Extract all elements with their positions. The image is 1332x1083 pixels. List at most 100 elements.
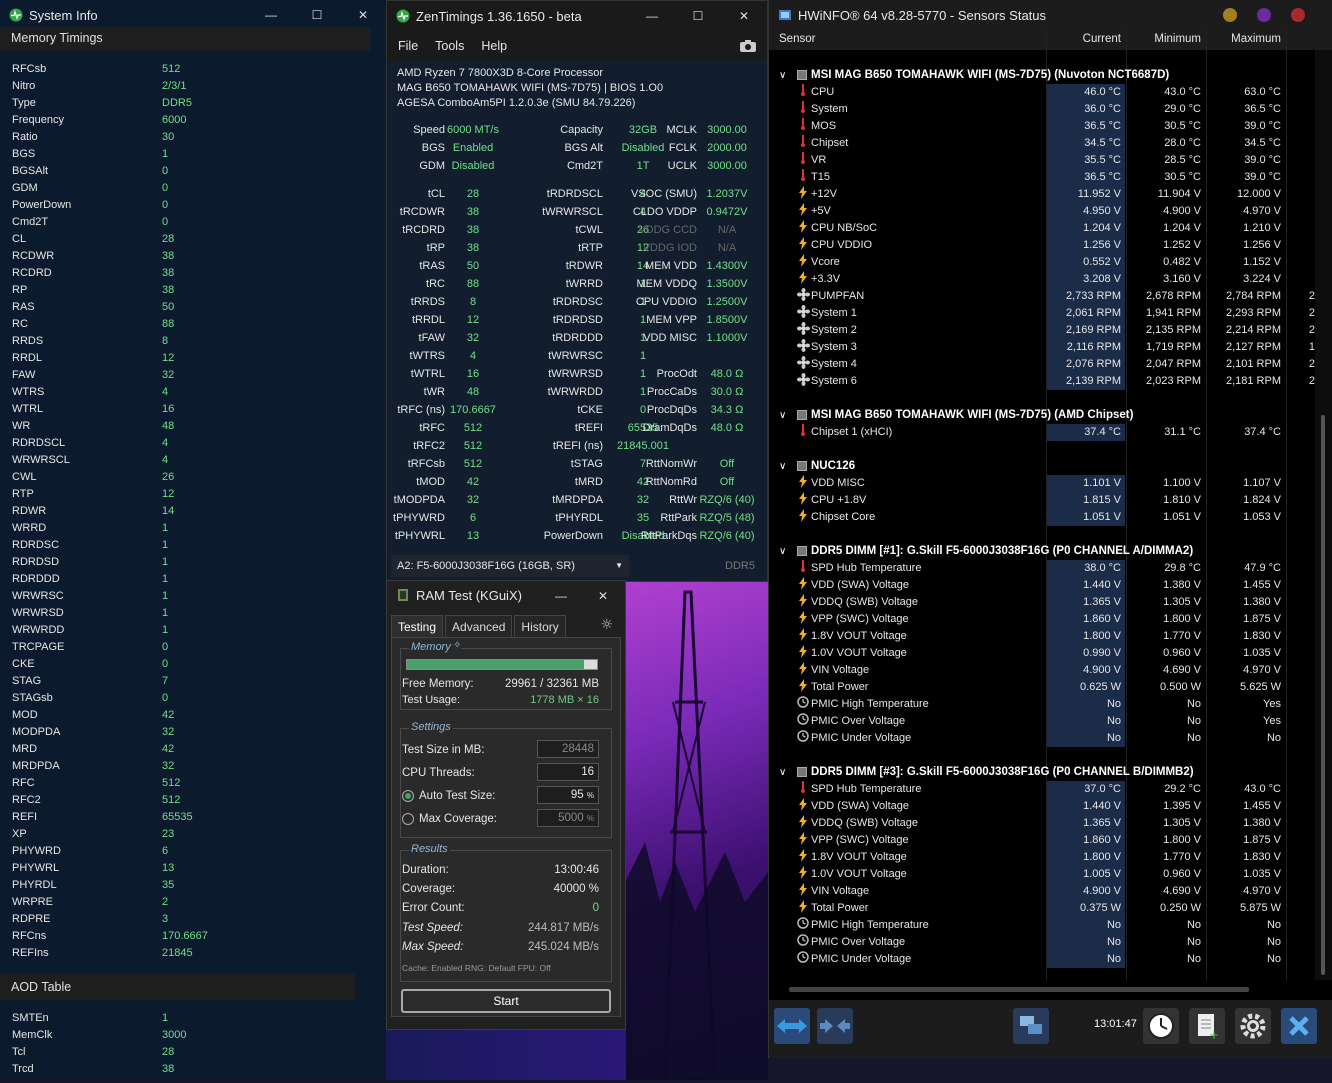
- vertical-scrollbar[interactable]: [372, 30, 386, 1080]
- sensor-row[interactable]: Total Power 0.625 W 0.500 W 5.625 W: [769, 679, 1315, 696]
- test-size-input[interactable]: 28448: [537, 740, 599, 758]
- sensor-row[interactable]: VDDQ (SWB) Voltage 1.365 V 1.305 V 1.380 V: [769, 815, 1315, 832]
- chevron-down-icon[interactable]: ∨: [779, 407, 786, 424]
- start-button[interactable]: Start: [401, 989, 611, 1013]
- sensor-row[interactable]: +5V 4.950 V 4.900 V 4.970 V: [769, 203, 1315, 220]
- sensor-row[interactable]: VPP (SWC) Voltage 1.860 V 1.800 V 1.875 V: [769, 611, 1315, 628]
- auto-test-size-radio[interactable]: [402, 789, 414, 802]
- column-minimum[interactable]: Minimum: [1127, 33, 1201, 45]
- sensor-row[interactable]: PMIC Over Voltage No No No: [769, 934, 1315, 951]
- sensor-row[interactable]: 1.8V VOUT Voltage 1.800 V 1.770 V 1.830 V: [769, 628, 1315, 645]
- chevron-down-icon[interactable]: ∨: [779, 543, 786, 560]
- sensor-group-header[interactable]: ∨ NUC126: [769, 458, 1315, 475]
- sensor-row[interactable]: VPP (SWC) Voltage 1.860 V 1.800 V 1.875 V: [769, 832, 1315, 849]
- column-sensor[interactable]: Sensor: [779, 33, 815, 45]
- sensor-maximum: 39.0 °C: [1244, 120, 1281, 132]
- sensor-group-header[interactable]: ∨ DDR5 DIMM [#3]: G.Skill F5-6000J3038F16…: [769, 764, 1315, 781]
- hwinfo-titlebar[interactable]: HWiNFO® 64 v8.28-5770 - Sensors Status: [769, 0, 1332, 30]
- max-coverage-input[interactable]: 5000 %: [537, 809, 599, 827]
- sensor-row[interactable]: System 3 2,116 RPM 1,719 RPM 2,127 RPM 1: [769, 339, 1315, 356]
- max-coverage-radio[interactable]: [402, 812, 414, 825]
- module-select[interactable]: A2: F5-6000J3038F16G (16GB, SR) ▼: [391, 555, 629, 577]
- maximize-button[interactable]: [1257, 8, 1271, 22]
- tab-advanced[interactable]: Advanced: [445, 615, 513, 637]
- sensor-row[interactable]: System 6 2,139 RPM 2,023 RPM 2,181 RPM 2: [769, 373, 1315, 390]
- sensor-row[interactable]: 1.0V VOUT Voltage 1.005 V 0.960 V 1.035 V: [769, 866, 1315, 883]
- camera-icon[interactable]: [739, 39, 757, 56]
- collapse-arrows-icon[interactable]: [817, 1008, 853, 1044]
- sensor-row[interactable]: Chipset 34.5 °C 28.0 °C 34.5 °C: [769, 135, 1315, 152]
- theme-sun-icon[interactable]: ☼: [600, 617, 613, 633]
- network-monitor-icon[interactable]: [1013, 1008, 1049, 1044]
- sensor-row[interactable]: VIN Voltage 4.900 V 4.690 V 4.970 V: [769, 662, 1315, 679]
- sensor-row[interactable]: SPD Hub Temperature 37.0 °C 29.2 °C 43.0 °C: [769, 781, 1315, 798]
- close-button[interactable]: ✕: [340, 0, 386, 30]
- cpu-threads-input[interactable]: 16: [537, 763, 599, 781]
- log-file-icon[interactable]: +: [1189, 1008, 1225, 1044]
- sensor-row[interactable]: System 36.0 °C 29.0 °C 36.5 °C: [769, 101, 1315, 118]
- chevron-down-icon[interactable]: ∨: [779, 458, 786, 475]
- ram-test-titlebar[interactable]: RAM Test (KGuiX) — ✕: [387, 581, 625, 609]
- sensor-row[interactable]: PMIC Over Voltage No No Yes: [769, 713, 1315, 730]
- sensor-group-header[interactable]: ∨ MSI MAG B650 TOMAHAWK WIFI (MS-7D75) (N…: [769, 67, 1315, 84]
- sensor-row[interactable]: PUMPFAN 2,733 RPM 2,678 RPM 2,784 RPM 2: [769, 288, 1315, 305]
- auto-test-size-input[interactable]: 95 %: [537, 786, 599, 804]
- close-button[interactable]: ✕: [581, 581, 625, 611]
- sensor-row[interactable]: VDD (SWA) Voltage 1.440 V 1.380 V 1.455 V: [769, 577, 1315, 594]
- sensor-row[interactable]: VDD MISC 1.101 V 1.100 V 1.107 V: [769, 475, 1315, 492]
- minimize-button[interactable]: —: [248, 0, 294, 30]
- clock-reset-icon[interactable]: [1143, 1008, 1179, 1044]
- sensor-row[interactable]: +12V 11.952 V 11.904 V 12.000 V: [769, 186, 1315, 203]
- menu-help[interactable]: Help: [481, 39, 507, 53]
- close-button[interactable]: ✕: [721, 1, 767, 31]
- sensor-row[interactable]: Chipset 1 (xHCI) 37.4 °C 31.1 °C 37.4 °C: [769, 424, 1315, 441]
- sensor-row[interactable]: PMIC High Temperature No No No: [769, 917, 1315, 934]
- tab-history[interactable]: History: [514, 615, 566, 637]
- sensor-row[interactable]: 1.8V VOUT Voltage 1.800 V 1.770 V 1.830 V: [769, 849, 1315, 866]
- sensor-row[interactable]: MOS 36.5 °C 30.5 °C 39.0 °C: [769, 118, 1315, 135]
- maximize-button[interactable]: ☐: [294, 0, 340, 30]
- minimize-button[interactable]: —: [541, 581, 581, 611]
- menu-tools[interactable]: Tools: [435, 39, 464, 53]
- sensor-row[interactable]: VDD (SWA) Voltage 1.440 V 1.395 V 1.455 V: [769, 798, 1315, 815]
- sensor-row[interactable]: PMIC Under Voltage No No No: [769, 730, 1315, 747]
- sensor-row[interactable]: VIN Voltage 4.900 V 4.690 V 4.970 V: [769, 883, 1315, 900]
- sensor-row[interactable]: VDDQ (SWB) Voltage 1.365 V 1.305 V 1.380 V: [769, 594, 1315, 611]
- sensor-row[interactable]: VR 35.5 °C 28.5 °C 39.0 °C: [769, 152, 1315, 169]
- sensor-row[interactable]: CPU +1.8V 1.815 V 1.810 V 1.824 V: [769, 492, 1315, 509]
- tab-testing[interactable]: Testing: [391, 615, 444, 637]
- sensor-row[interactable]: CPU NB/SoC 1.204 V 1.204 V 1.210 V: [769, 220, 1315, 237]
- column-maximum[interactable]: Maximum: [1207, 33, 1281, 45]
- sensor-row[interactable]: CPU VDDIO 1.256 V 1.252 V 1.256 V: [769, 237, 1315, 254]
- sensor-row[interactable]: SPD Hub Temperature 38.0 °C 29.8 °C 47.9 °C: [769, 560, 1315, 577]
- sensor-row[interactable]: +3.3V 3.208 V 3.160 V 3.224 V: [769, 271, 1315, 288]
- sensor-row[interactable]: T15 36.5 °C 30.5 °C 39.0 °C: [769, 169, 1315, 186]
- sensor-row[interactable]: Vcore 0.552 V 0.482 V 1.152 V: [769, 254, 1315, 271]
- maximize-button[interactable]: ☐: [675, 1, 721, 31]
- settings-gear-icon[interactable]: [1235, 1008, 1271, 1044]
- menu-file[interactable]: File: [398, 39, 418, 53]
- zentimings-titlebar[interactable]: ZenTimings 1.36.1650 - beta — ☐ ✕: [387, 1, 767, 31]
- chevron-down-icon[interactable]: ∨: [779, 764, 786, 781]
- sensor-row[interactable]: CPU 46.0 °C 43.0 °C 63.0 °C: [769, 84, 1315, 101]
- sensor-row[interactable]: System 4 2,076 RPM 2,047 RPM 2,101 RPM 2: [769, 356, 1315, 373]
- chevron-down-icon[interactable]: ∨: [779, 67, 786, 84]
- sensor-group-header[interactable]: ∨ MSI MAG B650 TOMAHAWK WIFI (MS-7D75) (A…: [769, 407, 1315, 424]
- sensor-group-header[interactable]: ∨ DDR5 DIMM [#1]: G.Skill F5-6000J3038F16…: [769, 543, 1315, 560]
- minimize-button[interactable]: [1223, 8, 1237, 22]
- minimize-button[interactable]: —: [629, 1, 675, 31]
- expand-arrows-icon[interactable]: [774, 1008, 810, 1044]
- sensor-row[interactable]: PMIC High Temperature No No Yes: [769, 696, 1315, 713]
- sensor-row[interactable]: Total Power 0.375 W 0.250 W 5.875 W: [769, 900, 1315, 917]
- sensor-row[interactable]: 1.0V VOUT Voltage 0.990 V 0.960 V 1.035 V: [769, 645, 1315, 662]
- exit-icon[interactable]: [1281, 1008, 1317, 1044]
- sensor-row[interactable]: PMIC Under Voltage No No No: [769, 951, 1315, 968]
- close-button[interactable]: [1291, 8, 1305, 22]
- vertical-scrollbar-thumb[interactable]: [1321, 415, 1325, 975]
- column-current[interactable]: Current: [1047, 33, 1121, 45]
- sensor-row[interactable]: System 2 2,169 RPM 2,135 RPM 2,214 RPM 2: [769, 322, 1315, 339]
- sensor-row[interactable]: Chipset Core 1.051 V 1.051 V 1.053 V: [769, 509, 1315, 526]
- sensor-row[interactable]: System 1 2,061 RPM 1,941 RPM 2,293 RPM 2: [769, 305, 1315, 322]
- system-info-titlebar[interactable]: System Info — ☐ ✕: [0, 0, 386, 30]
- horizontal-scrollbar[interactable]: [789, 987, 1249, 992]
